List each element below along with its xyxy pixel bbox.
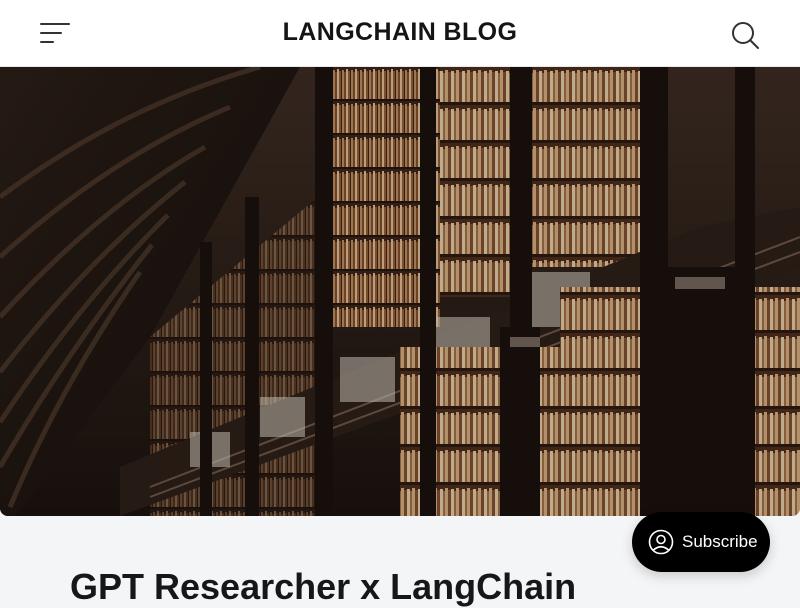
hamburger-line xyxy=(40,41,54,43)
search-button[interactable] xyxy=(728,18,762,52)
library-bookshelves-photo xyxy=(0,67,800,516)
subscribe-button[interactable]: Subscribe xyxy=(632,512,770,572)
search-icon xyxy=(732,22,759,49)
user-circle-icon xyxy=(648,529,674,555)
menu-button[interactable] xyxy=(36,19,76,47)
site-title-link[interactable]: LANGCHAIN BLOG xyxy=(283,18,518,46)
post-title[interactable]: GPT Researcher x LangChain xyxy=(70,566,576,608)
site-title: LANGCHAIN BLOG xyxy=(0,18,800,47)
subscribe-label: Subscribe xyxy=(682,532,758,551)
site-header: LANGCHAIN BLOG xyxy=(0,0,800,67)
hamburger-menu-icon xyxy=(40,23,70,25)
hamburger-line xyxy=(40,32,62,34)
hero-image xyxy=(0,67,800,516)
